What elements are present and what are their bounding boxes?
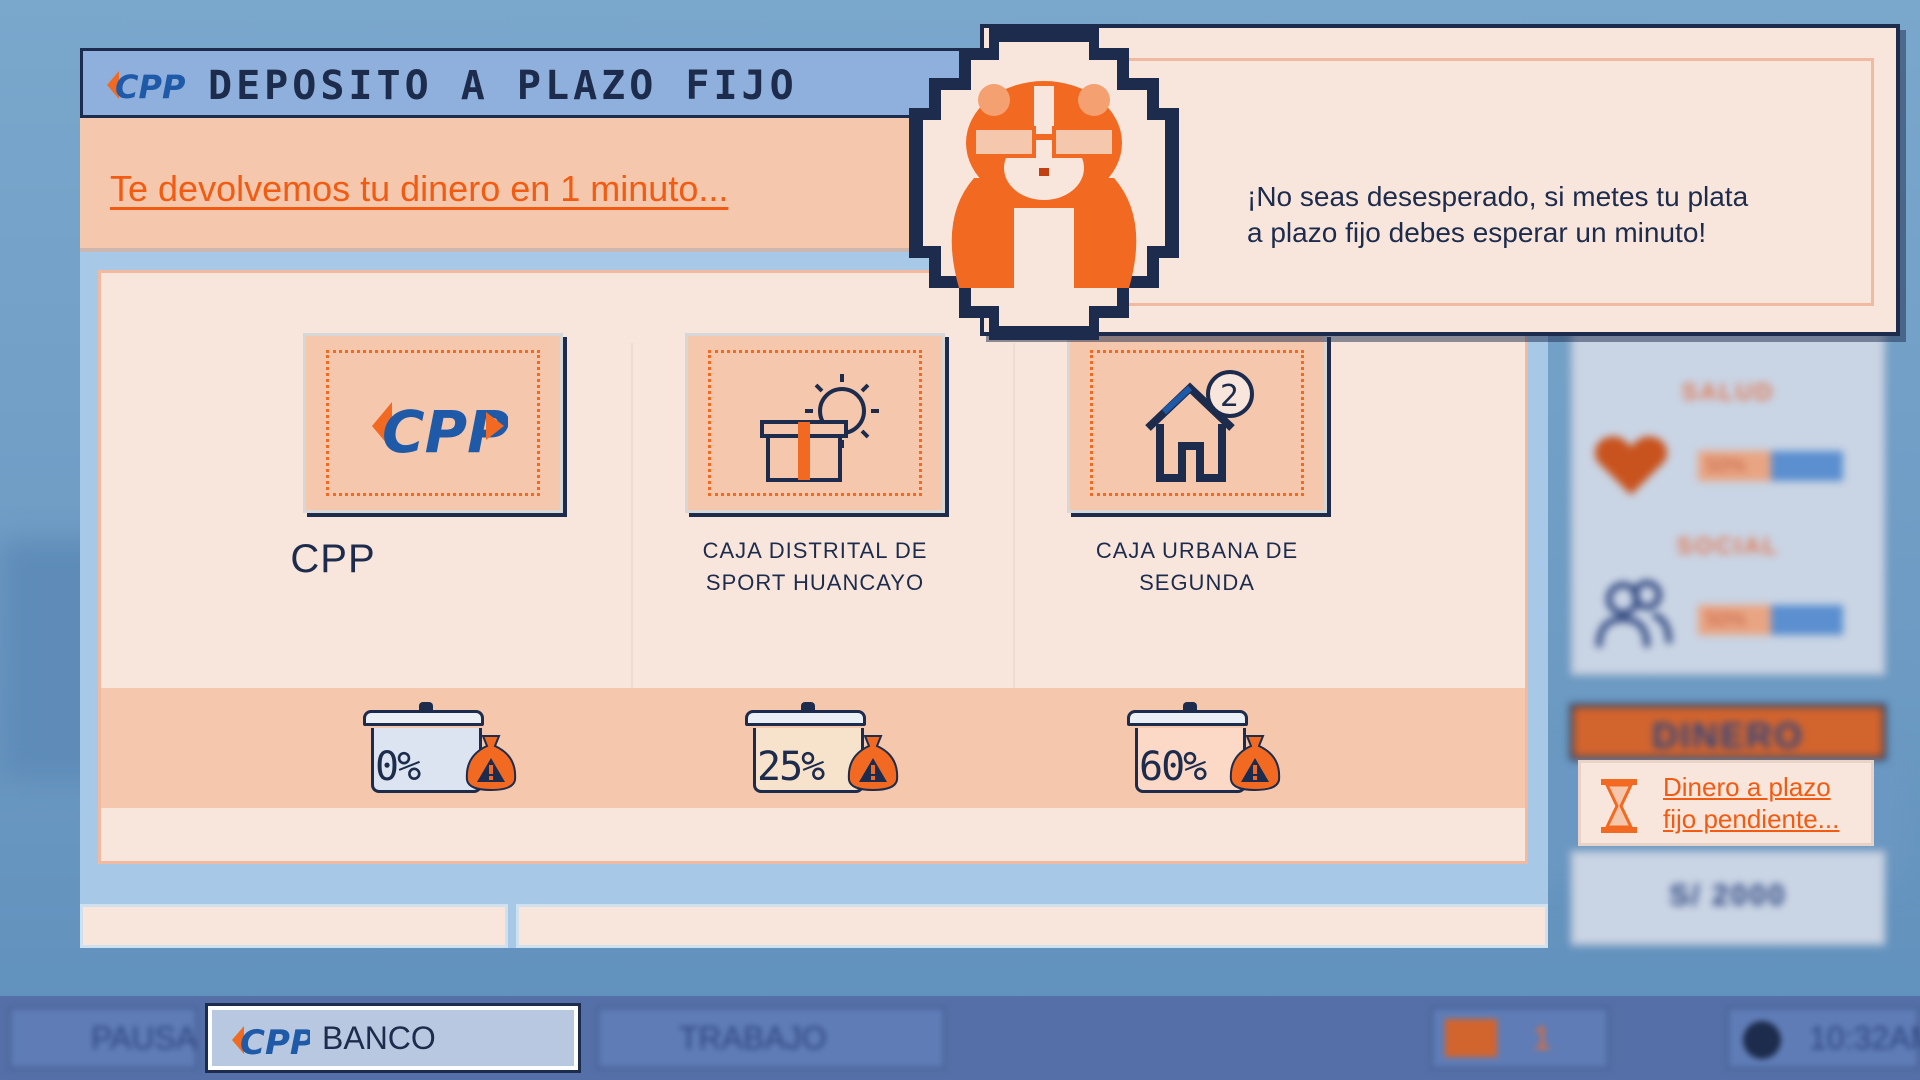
pending-deposit-card[interactable]: Dinero a plazo fijo pendiente... (1578, 760, 1874, 846)
cpp-logo-icon: CPP (107, 68, 185, 105)
people-icon (1596, 580, 1672, 648)
dialog-inner-frame: ¡No seas desesperado, si metes tu plata … (1104, 58, 1874, 306)
rate-pot-cpp: 0% (363, 700, 521, 800)
taskbar-banco-button[interactable]: CPP BANCO (205, 1003, 581, 1073)
money-bag-warning-icon (465, 735, 517, 792)
stats-side-panel: SALUD 50% SOCIAL 50% DINERO S/ 2000 (1570, 320, 1886, 946)
notifications-button[interactable]: 1 (1430, 1006, 1610, 1070)
label-line2: SPORT HUANCAYO (705, 570, 925, 595)
money-bag-warning-icon (847, 735, 899, 792)
cpp-logo-icon: CPP (372, 398, 508, 462)
mail-icon (1445, 1019, 1497, 1057)
option-cpp-label: CPP (290, 537, 376, 581)
notification-count: 1 (1533, 1020, 1551, 1056)
subtitle-link[interactable]: Te devolvemos tu dinero en 1 minuto... (110, 168, 728, 210)
status-bar-right (516, 904, 1548, 948)
money-value: S/ 2000 (1669, 879, 1787, 912)
hourglass-icon (1601, 779, 1637, 833)
rate-value: 60% (1139, 744, 1207, 790)
pause-label: PAUSA (91, 1020, 198, 1056)
money-card: S/ 2000 (1570, 850, 1886, 946)
pending-deposit-text[interactable]: Dinero a plazo fijo pendiente... (1663, 771, 1839, 835)
option-caja-urbana-label: CAJA URBANA DE SEGUNDA (1032, 535, 1362, 599)
pause-button[interactable]: PAUSA (8, 1006, 198, 1070)
clock-time: 10:32AM (1809, 1020, 1920, 1056)
rate-value: 0% (375, 744, 421, 790)
salud-value: 50% (1706, 455, 1747, 477)
label-line1: CAJA URBANA DE (1095, 538, 1299, 563)
option-caja-urbana-button[interactable]: 2 (1067, 333, 1327, 513)
label-line2: SEGUNDA (1139, 570, 1255, 595)
window-title: DEPOSITO A PLAZO FIJO (208, 63, 798, 109)
trabajo-label: TRABAJO (679, 1020, 827, 1056)
label-line1: CAJA DISTRITAL DE (702, 538, 928, 563)
gift-sun-icon (760, 374, 879, 482)
pending-text-line2: fijo pendiente... (1663, 804, 1840, 834)
cpp-logo-icon: CPP (232, 1023, 310, 1060)
rate-pot-caja-urbana: 60% (1127, 700, 1285, 800)
svg-text:CPP: CPP (115, 68, 185, 105)
salud-label: SALUD (1681, 379, 1775, 406)
option-caja-distrital-label: CAJA DISTRITAL DE SPORT HUANCAYO (650, 535, 980, 599)
dialog-message-line1: ¡No seas desesperado, si metes tu plata (1247, 181, 1749, 212)
salud-bar: 50% (1698, 451, 1843, 481)
option-cpp-button[interactable]: CPP (303, 333, 563, 513)
dinero-header: DINERO (1570, 704, 1886, 760)
pending-text-line1: Dinero a plazo (1663, 772, 1831, 802)
taskbar-trabajo-button[interactable]: TRABAJO (596, 1006, 946, 1070)
taskbar: PAUSA CPP BANCO TRABAJO 1 10:32AM (0, 996, 1920, 1080)
option-caja-distrital-button[interactable] (685, 333, 945, 513)
clock-icon (1743, 1021, 1781, 1059)
stats-card: SALUD 50% SOCIAL 50% (1570, 320, 1886, 676)
bank-options-area: CPP CPP CAJA DISTRITAL DE SPORT HUANCAYO… (98, 270, 1528, 864)
banco-label: BANCO (322, 1020, 436, 1056)
clock-display: 10:32AM (1726, 1006, 1920, 1070)
dialog-message: ¡No seas desesperado, si metes tu plata … (1247, 179, 1807, 251)
rates-band: 0% 25% 60% (101, 688, 1525, 808)
status-bar-left (80, 904, 508, 948)
social-value: 50% (1706, 609, 1747, 631)
social-label: SOCIAL (1676, 533, 1780, 560)
rate-pot-caja-distrital: 25% (745, 700, 903, 800)
hint-dialog: ¡No seas desesperado, si metes tu plata … (909, 24, 1900, 340)
money-bag-warning-icon (1229, 735, 1281, 792)
heart-icon (1595, 436, 1667, 495)
house-2-icon: 2 (1145, 370, 1254, 482)
social-bar: 50% (1698, 605, 1843, 635)
dinero-label: DINERO (1651, 715, 1804, 756)
dialog-message-line2: a plazo fijo debes esperar un minuto! (1247, 217, 1707, 248)
rate-value: 25% (757, 744, 825, 790)
svg-text:CPP: CPP (240, 1023, 310, 1060)
hamster-with-sunglasses-icon (909, 28, 1179, 340)
svg-text:2: 2 (1220, 379, 1239, 414)
